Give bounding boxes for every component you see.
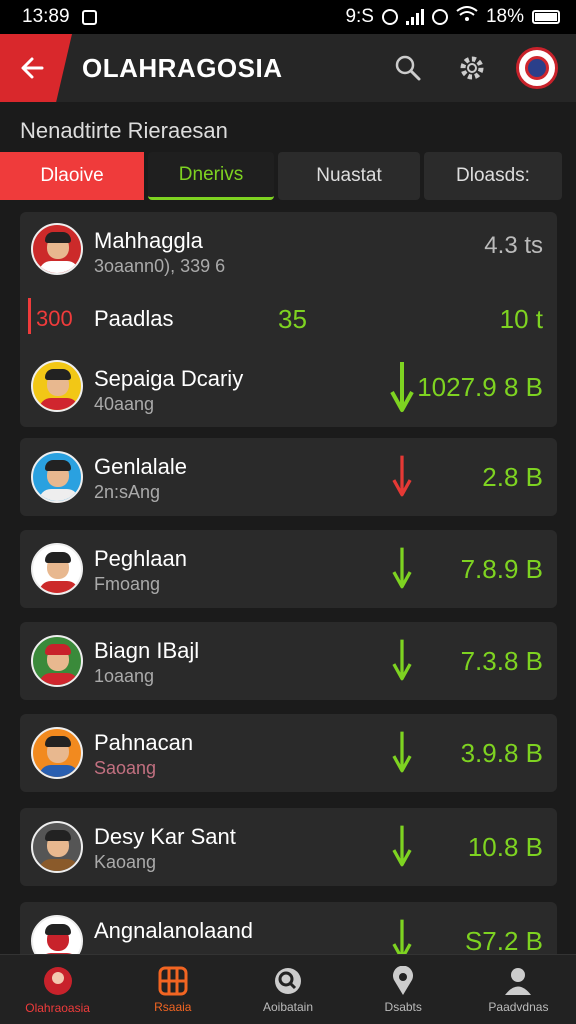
nav-stats[interactable]: Rsaaia	[115, 955, 230, 1024]
status-clock: 9:S	[345, 6, 374, 27]
status-bar: 13:89 9:S 18%	[0, 0, 576, 34]
player-sub: Kaoang	[94, 852, 157, 872]
player-sub: Saoang	[94, 758, 157, 778]
sync-icon	[431, 9, 448, 25]
gear-icon	[460, 56, 484, 80]
player-sub: 40aang	[94, 394, 155, 414]
player-value: 7.3.8 B	[460, 646, 543, 676]
trend-down-icon	[392, 455, 412, 497]
nav-location[interactable]: Dsabts	[346, 955, 461, 1024]
signal-icon	[405, 9, 424, 25]
app-bar: OLAHRAGOSIA	[0, 34, 576, 102]
player-card[interactable]: Genlalale 2n:sAng 2.8 B	[20, 438, 557, 516]
player-value: 3.9.8 B	[460, 738, 543, 768]
tab-2[interactable]: Dnerivs	[148, 152, 274, 200]
player-sub: 1oaang	[94, 666, 155, 686]
back-button[interactable]	[0, 34, 64, 102]
notification-icon	[81, 9, 97, 25]
alarm-icon	[381, 9, 398, 25]
club-logo[interactable]	[516, 47, 558, 89]
nav-label: Rsaaia	[154, 999, 192, 1014]
player-card[interactable]: Pahnacan Saoang 3.9.8 B	[20, 714, 557, 792]
stat-label: Paadlas	[94, 306, 174, 331]
bottom-nav: Olahraoasia Rsaaia Aoibatain Dsabts Paad…	[0, 954, 576, 1024]
player-card[interactable]: Peghlaan Fmoang 7.8.9 B	[20, 530, 557, 608]
club-icon	[43, 966, 72, 995]
player-value: 7.8.9 B	[460, 554, 543, 584]
player-name: Angnalanolaand	[94, 918, 254, 943]
avatar	[31, 543, 83, 595]
player-card[interactable]: Mahhaggla 3oaann0), 339 6 4.3 ts 300 Paa…	[20, 212, 557, 427]
trend-down-icon	[392, 547, 412, 589]
search-circle-icon	[275, 967, 301, 994]
player-list: Mahhaggla 3oaann0), 339 6 4.3 ts 300 Paa…	[20, 212, 557, 954]
trend-down-icon	[390, 362, 414, 412]
status-time: 13:89	[22, 6, 70, 27]
wifi-icon	[456, 6, 478, 28]
avatar	[31, 223, 83, 275]
player-name: Genlalale	[94, 454, 187, 479]
avatar	[31, 635, 83, 687]
trend-down-icon	[392, 639, 412, 681]
tab-1[interactable]: Dlaoive	[0, 152, 144, 200]
player-sub: 2n:sAng	[94, 482, 161, 502]
player-name: Pahnacan	[94, 730, 194, 755]
nav-label: Aoibatain	[262, 999, 314, 1014]
grid-icon	[158, 966, 188, 995]
tab-4[interactable]: Dloasds:	[424, 152, 562, 200]
player-name: Peghlaan	[94, 546, 187, 571]
rank-marker	[28, 298, 31, 334]
player-card[interactable]: Angnalanolaand S7.2 B	[20, 902, 557, 954]
player-name: Biagn IBajl	[94, 638, 200, 663]
player-name: Mahhaggla	[94, 228, 203, 253]
settings-button[interactable]	[452, 44, 492, 92]
person-icon	[505, 967, 532, 995]
section-title: Nenadtirte Rieraesan	[20, 118, 228, 143]
avatar	[31, 451, 83, 503]
search-icon	[395, 55, 421, 81]
battery-icon	[532, 10, 560, 24]
player-value: S7.2 B	[464, 926, 543, 954]
trend-down-icon	[392, 731, 412, 773]
player-name: Sepaiga Dcariy	[94, 366, 244, 391]
nav-label: Olahraoasia	[25, 1000, 90, 1015]
player-name: Desy Kar Sant	[94, 824, 236, 849]
nav-label: Paadvdnas	[488, 999, 549, 1014]
player-card[interactable]: Biagn IBajl 1oaang 7.3.8 B	[20, 622, 557, 700]
rank-number: 300	[36, 306, 73, 331]
player-value: 4.3 ts	[484, 232, 543, 259]
avatar	[31, 360, 83, 412]
nav-home[interactable]: Olahraoasia	[0, 955, 115, 1024]
stat-mid-value: 35	[278, 304, 307, 334]
trend-down-icon	[392, 919, 412, 954]
status-battery-text: 18%	[485, 6, 524, 27]
search-button[interactable]	[388, 44, 428, 92]
avatar	[31, 821, 83, 873]
player-value: 10.8 B	[467, 832, 543, 862]
avatar	[31, 727, 83, 779]
nav-label: Dsabts	[384, 999, 422, 1014]
player-sub: Fmoang	[94, 574, 161, 594]
nav-profile[interactable]: Paadvdnas	[461, 955, 576, 1024]
avatar	[31, 915, 83, 954]
player-value: 1027.9 8 B	[417, 372, 543, 402]
arrow-left-icon	[21, 57, 44, 79]
player-value: 2.8 B	[482, 462, 543, 492]
nav-search[interactable]: Aoibatain	[230, 955, 345, 1024]
player-sub: 3oaann0), 339 6	[94, 256, 226, 276]
player-card[interactable]: Desy Kar Sant Kaoang 10.8 B	[20, 808, 557, 886]
page-title: OLAHRAGOSIA	[82, 53, 283, 83]
pin-icon	[393, 965, 414, 995]
trend-down-icon	[392, 825, 412, 867]
stat-value: 10 t	[499, 304, 543, 334]
tab-3[interactable]: Nuastat	[278, 152, 420, 200]
tab-bar: Dlaoive Dnerivs Nuastat Dloasds:	[0, 152, 576, 200]
